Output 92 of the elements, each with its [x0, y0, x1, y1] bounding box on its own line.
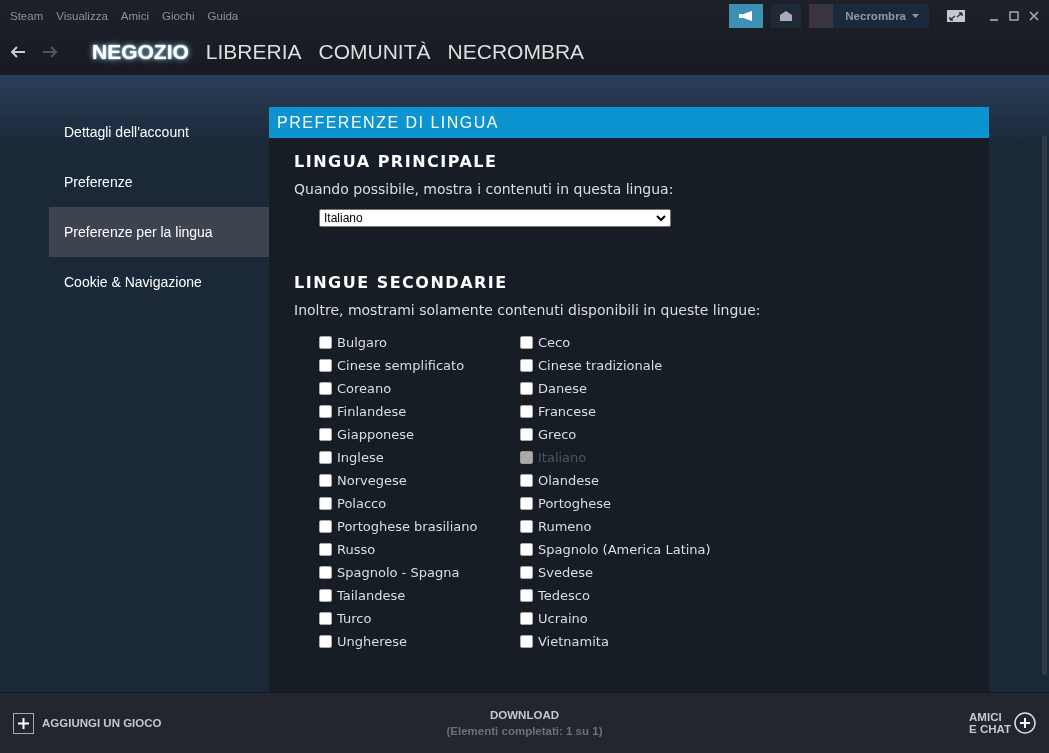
close-icon[interactable]: [1029, 11, 1039, 21]
checkbox[interactable]: [520, 566, 533, 579]
checkbox[interactable]: [520, 336, 533, 349]
sidebar-item[interactable]: Preferenze: [49, 157, 269, 207]
checkbox[interactable]: [520, 589, 533, 602]
sidebar-item[interactable]: Preferenze per la lingua: [49, 207, 269, 257]
nav-tab[interactable]: NEGOZIO: [92, 40, 189, 64]
plus-bubble-icon[interactable]: [1014, 712, 1036, 734]
checkbox[interactable]: [520, 405, 533, 418]
checkbox[interactable]: [319, 405, 332, 418]
menu-item[interactable]: Amici: [120, 10, 149, 22]
checkbox-label: Ceco: [538, 335, 571, 350]
checkbox-label: Inglese: [337, 450, 384, 465]
section-heading: LINGUA PRINCIPALE: [294, 152, 499, 171]
checkbox-label: Danese: [538, 381, 587, 396]
caret-icon: [912, 13, 919, 19]
checkbox-label: Spagnolo - Spagna: [337, 565, 460, 580]
checkbox-label: Francese: [538, 404, 596, 419]
checkbox-label: Tedesco: [538, 588, 590, 603]
checkbox-label: Bulgaro: [337, 335, 387, 350]
checkbox-label: Spagnolo (America Latina): [538, 542, 711, 557]
avatar: [809, 4, 834, 28]
checkbox-label: Polacco: [337, 496, 387, 511]
notifications-button[interactable]: [771, 4, 802, 28]
checkbox-label: Vietnamita: [538, 634, 609, 649]
checkbox-label: Italiano: [538, 450, 587, 465]
sidebar-item[interactable]: Dettagli dell'account: [49, 107, 269, 157]
checkbox-label: Olandese: [538, 473, 600, 488]
checkbox-label: Ungherese: [337, 634, 408, 649]
checkbox[interactable]: [319, 520, 332, 533]
checkbox[interactable]: [319, 497, 332, 510]
checkbox-label: Coreano: [337, 381, 392, 396]
panel-title: PREFERENZE DI LINGUA: [269, 107, 989, 138]
nav-tab[interactable]: NECROMBRA: [447, 40, 585, 64]
checkbox[interactable]: [319, 474, 332, 487]
friends-chat-link[interactable]: AMICI E CHAT: [969, 711, 1011, 735]
section-description: Quando possibile, mostra i contenuti in questa lingua:: [294, 181, 675, 197]
nav-tab[interactable]: LIBRERIA: [205, 40, 302, 64]
checkbox[interactable]: [319, 612, 332, 625]
checkbox-label: Portoghese brasiliano: [337, 519, 478, 534]
megaphone-icon: [738, 10, 755, 22]
chevron-icon: [656, 214, 666, 222]
checkbox-label: Cinese semplificato: [337, 358, 465, 373]
checkbox-label: Russo: [337, 542, 376, 557]
checkbox[interactable]: [319, 451, 332, 464]
checkbox[interactable]: [319, 336, 332, 349]
checkbox-label: Greco: [538, 427, 577, 442]
checkbox-label: Giapponese: [337, 427, 415, 442]
checkbox[interactable]: [319, 589, 332, 602]
checkbox[interactable]: [520, 359, 533, 372]
checkbox-label: Portoghese: [538, 496, 611, 511]
add-icon[interactable]: [13, 712, 34, 734]
checkbox[interactable]: [319, 382, 332, 395]
downloads-status: (Elementi completati: 1 su 1): [446, 725, 603, 737]
expand-arrows-icon: [949, 11, 963, 21]
menu-item[interactable]: Guida: [207, 10, 239, 22]
checkbox[interactable]: [520, 612, 533, 625]
maximize-icon[interactable]: [1009, 11, 1019, 21]
checkbox[interactable]: [319, 566, 332, 579]
checkbox[interactable]: [520, 382, 533, 395]
checkbox[interactable]: [520, 497, 533, 510]
downloads-title[interactable]: DOWNLOAD: [490, 709, 559, 721]
add-game-link[interactable]: AGGIUNGI UN GIOCO: [42, 717, 162, 729]
checkbox[interactable]: [520, 428, 533, 441]
checkbox-label: Norvegese: [337, 473, 407, 488]
announcement-button[interactable]: [729, 4, 764, 28]
checkbox-label: Rumeno: [538, 519, 592, 534]
checkbox-label: Finlandese: [337, 404, 407, 419]
checkbox[interactable]: [520, 543, 533, 556]
menu-item[interactable]: Visualizza: [56, 10, 108, 22]
checkbox[interactable]: [319, 543, 332, 556]
checkbox-label: Ucraino: [538, 611, 588, 626]
sidebar-item[interactable]: Cookie & Navigazione: [49, 257, 269, 307]
menu-item[interactable]: Giochi: [161, 10, 195, 22]
checkbox-label: Cinese tradizionale: [538, 358, 663, 373]
checkbox-label: Svedese: [538, 565, 593, 580]
menu-item[interactable]: Steam: [10, 10, 44, 22]
language-dropdown[interactable]: Italiano: [319, 209, 671, 227]
checkbox[interactable]: [319, 428, 332, 441]
checkbox[interactable]: [319, 635, 332, 648]
account-menu-button[interactable]: Necrombra: [809, 4, 929, 28]
checkbox[interactable]: [319, 359, 332, 372]
back-arrow-icon[interactable]: [10, 45, 26, 59]
checkbox-label: Turco: [337, 611, 372, 626]
checkbox[interactable]: [520, 520, 533, 533]
big-picture-button[interactable]: [947, 10, 965, 22]
checkbox[interactable]: [520, 474, 533, 487]
section-heading: LINGUE SECONDARIE: [294, 273, 509, 292]
section-description: Inoltre, mostrami solamente contenuti disponibili in queste lingue:: [294, 302, 762, 318]
nav-tab[interactable]: COMUNITÀ: [318, 40, 431, 64]
checkbox[interactable]: [520, 635, 533, 648]
checkbox-label: Tailandese: [337, 588, 406, 603]
